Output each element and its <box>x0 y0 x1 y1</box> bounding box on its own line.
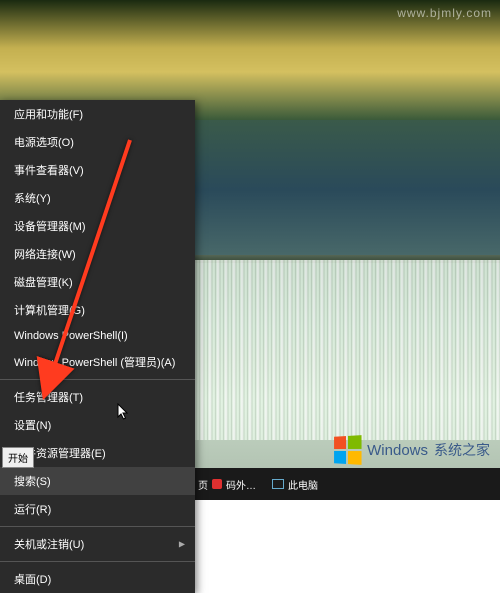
desktop-wallpaper: www.bjmly.com 应用和功能(F) 电源选项(O) 事件查看器(V) … <box>0 0 500 500</box>
monitor-icon <box>272 479 284 489</box>
menu-label: 运行(R) <box>14 504 51 516</box>
menu-task-manager[interactable]: 任务管理器(T) <box>0 383 195 411</box>
menu-search[interactable]: 搜索(S) <box>0 467 195 495</box>
menu-powershell[interactable]: Windows PowerShell(I) <box>0 324 195 348</box>
app-prefix: 页 <box>198 477 208 492</box>
start-tooltip: 开始 <box>2 447 34 468</box>
menu-label: 设置(N) <box>14 420 51 432</box>
taskbar-app-item[interactable]: 页 码外… <box>190 468 264 500</box>
menu-apps-features[interactable]: 应用和功能(F) <box>0 100 195 128</box>
menu-label: 搜索(S) <box>14 476 51 488</box>
menu-label: 应用和功能(F) <box>14 109 83 121</box>
menu-power-options[interactable]: 电源选项(O) <box>0 128 195 156</box>
menu-shutdown-signout[interactable]: 关机或注销(U) ▶ <box>0 530 195 558</box>
watermark-sub: 系统之家 <box>434 440 490 460</box>
menu-label: 关机或注销(U) <box>14 539 84 551</box>
menu-label: 网络连接(W) <box>14 249 76 261</box>
menu-separator <box>0 561 195 562</box>
menu-label: Windows PowerShell (管理员)(A) <box>14 357 175 369</box>
menu-label: 电源选项(O) <box>14 137 74 149</box>
menu-system[interactable]: 系统(Y) <box>0 184 195 212</box>
menu-label: 任务管理器(T) <box>14 392 83 404</box>
menu-label: 事件查看器(V) <box>14 165 84 177</box>
winx-context-menu: 应用和功能(F) 电源选项(O) 事件查看器(V) 系统(Y) 设备管理器(M)… <box>0 100 195 593</box>
menu-label: 计算机管理(G) <box>14 305 85 317</box>
windows-logo-icon <box>334 435 361 465</box>
menu-device-manager[interactable]: 设备管理器(M) <box>0 212 195 240</box>
menu-settings[interactable]: 设置(N) <box>0 411 195 439</box>
menu-separator <box>0 526 195 527</box>
menu-desktop[interactable]: 桌面(D) <box>0 565 195 593</box>
menu-label: 磁盘管理(K) <box>14 277 73 289</box>
chevron-right-icon: ▶ <box>179 540 185 549</box>
app-label: 此电脑 <box>288 477 318 492</box>
site-watermark: Windows 系统之家 <box>333 436 490 464</box>
menu-label: 系统(Y) <box>14 193 51 205</box>
menu-separator <box>0 379 195 380</box>
menu-label: 设备管理器(M) <box>14 221 86 233</box>
menu-powershell-admin[interactable]: Windows PowerShell (管理员)(A) <box>0 348 195 376</box>
taskbar-this-pc[interactable]: 此电脑 <box>264 468 326 500</box>
menu-computer-management[interactable]: 计算机管理(G) <box>0 296 195 324</box>
menu-label: Windows PowerShell(I) <box>14 330 128 342</box>
menu-disk-management[interactable]: 磁盘管理(K) <box>0 268 195 296</box>
app-badge-icon <box>212 479 222 489</box>
menu-network-connections[interactable]: 网络连接(W) <box>0 240 195 268</box>
app-suffix: 码外… <box>226 477 256 492</box>
url-watermark: www.bjmly.com <box>397 6 492 20</box>
watermark-brand: Windows <box>367 442 428 459</box>
menu-run[interactable]: 运行(R) <box>0 495 195 523</box>
menu-label: 桌面(D) <box>14 574 51 586</box>
menu-event-viewer[interactable]: 事件查看器(V) <box>0 156 195 184</box>
tooltip-text: 开始 <box>8 454 28 465</box>
